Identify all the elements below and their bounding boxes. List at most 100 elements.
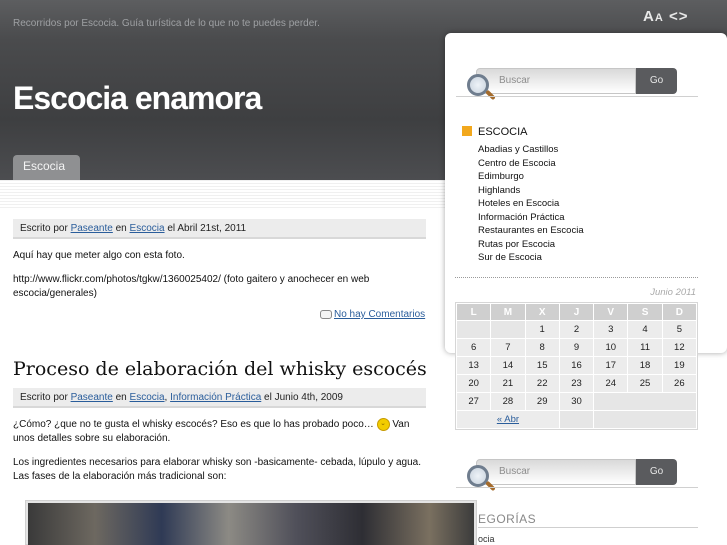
- divider: [456, 96, 698, 97]
- calendar-day: 30: [559, 393, 594, 410]
- category-item[interactable]: Centro de Escocia: [478, 157, 584, 171]
- calendar-day: 18: [628, 357, 662, 374]
- calendar-day: 10: [594, 339, 628, 356]
- divider: [456, 487, 698, 488]
- calendar-day: 7: [491, 339, 525, 356]
- calendar-day: 11: [628, 339, 662, 356]
- category-list: Abadias y Castillos Centro de Escocia Ed…: [478, 143, 584, 265]
- calendar-day: 15: [525, 357, 559, 374]
- calendar-day: 20: [457, 375, 491, 392]
- calendar-day: 29: [525, 393, 559, 410]
- categories-widget-title: EGORÍAS: [478, 512, 537, 526]
- site-tagline: Recorridos por Escocia. Guía turística d…: [13, 18, 320, 29]
- meta-prefix: Escrito por: [20, 223, 71, 234]
- reset-arrows-icon[interactable]: <>: [669, 8, 689, 25]
- category-item[interactable]: Sur de Escocia: [478, 251, 584, 265]
- calendar-day: 1: [525, 321, 559, 338]
- calendar-pad: [559, 411, 594, 428]
- calendar-week: 20 21 22 23 24 25 26: [457, 375, 696, 392]
- day-header: V: [594, 304, 628, 320]
- day-header: S: [628, 304, 662, 320]
- calendar-day: 22: [525, 375, 559, 392]
- calendar-day: [491, 321, 525, 338]
- calendar-day: 16: [559, 357, 594, 374]
- post-body-paragraph: ¿Cómo? ¿que no te gusta el whisky escocé…: [13, 418, 423, 446]
- calendar-header-row: L M X J V S D: [457, 304, 696, 320]
- calendar-week: 6 7 8 9 10 11 12: [457, 339, 696, 356]
- search-input[interactable]: Buscar: [476, 68, 636, 94]
- calendar-day: 24: [594, 375, 628, 392]
- post-photo: [25, 500, 477, 545]
- calendar-day: 23: [559, 375, 594, 392]
- post-body-line: Aquí hay que meter algo con esta foto.: [13, 250, 185, 261]
- comments-label[interactable]: No hay Comentarios: [334, 309, 425, 320]
- calendar-day: 8: [525, 339, 559, 356]
- comments-link[interactable]: No hay Comentarios: [320, 309, 425, 320]
- post-meta: Escrito por Paseante en Escocia, Informa…: [13, 388, 426, 408]
- post-body-paragraph: Los ingredientes necesarios para elabora…: [13, 457, 422, 482]
- font-increase-icon[interactable]: A: [643, 8, 655, 25]
- category-item[interactable]: Edimburgo: [478, 170, 584, 184]
- calendar-pad: [594, 393, 696, 410]
- calendar-day: 21: [491, 375, 525, 392]
- calendar-day: 25: [628, 375, 662, 392]
- category-item[interactable]: Información Práctica: [478, 211, 584, 225]
- category-link[interactable]: Escocia: [130, 392, 165, 403]
- author-link[interactable]: Paseante: [71, 392, 113, 403]
- search-button[interactable]: Go: [636, 68, 677, 94]
- nav-tab-escocia[interactable]: Escocia: [13, 155, 80, 180]
- category-item[interactable]: Hoteles en Escocia: [478, 197, 584, 211]
- calendar-week: 27 28 29 30: [457, 393, 696, 410]
- day-header: D: [662, 304, 696, 320]
- calendar-day: 14: [491, 357, 525, 374]
- post-date: el Abril 21st, 2011: [164, 223, 247, 234]
- post-text: ¿Cómo? ¿que no te gusta el whisky escocé…: [13, 419, 374, 431]
- meta-prefix: Escrito por: [20, 392, 71, 403]
- category-heading-label[interactable]: ESCOCIA: [478, 126, 528, 138]
- category-item[interactable]: Highlands: [478, 184, 584, 198]
- search-button[interactable]: Go: [636, 459, 677, 485]
- search-input[interactable]: Buscar: [476, 459, 636, 485]
- calendar-day: 2: [559, 321, 594, 338]
- site-title[interactable]: Escocia enamora: [13, 80, 262, 117]
- calendar-table: L M X J V S D 1 2 3 4 5 6 7 8 9 10 11 12…: [455, 302, 698, 430]
- meta-in: en: [112, 223, 130, 234]
- category-link[interactable]: Escocia: [130, 223, 165, 234]
- post-date: el Junio 4th, 2009: [261, 392, 343, 403]
- calendar-day: 26: [662, 375, 696, 392]
- category-item[interactable]: Rutas por Escocia: [478, 238, 584, 252]
- post-body-url: http://www.flickr.com/photos/tgkw/136002…: [13, 274, 370, 299]
- photo-image: [28, 503, 474, 545]
- calendar-week: 1 2 3 4 5: [457, 321, 696, 338]
- calendar-day: 27: [457, 393, 491, 410]
- day-header: L: [457, 304, 491, 320]
- calendar-caption: Junio 2011: [650, 287, 696, 298]
- calendar-day: 13: [457, 357, 491, 374]
- font-decrease-icon[interactable]: A: [655, 12, 664, 24]
- calendar-prev-link[interactable]: « Abr: [457, 411, 559, 428]
- category-heading[interactable]: ESCOCIA: [462, 126, 528, 138]
- calendar-day: 6: [457, 339, 491, 356]
- day-header: M: [491, 304, 525, 320]
- calendar-day: 4: [628, 321, 662, 338]
- divider: [478, 527, 698, 528]
- category-link[interactable]: Información Práctica: [170, 392, 261, 403]
- calendar-week: 13 14 15 16 17 18 19: [457, 357, 696, 374]
- day-header: X: [525, 304, 559, 320]
- category-item[interactable]: Restaurantes en Escocia: [478, 224, 584, 238]
- author-link[interactable]: Paseante: [71, 223, 113, 234]
- smiley-icon: ᵕ: [376, 418, 390, 431]
- day-header: J: [559, 304, 594, 320]
- calendar: Junio 2011 L M X J V S D 1 2 3 4 5 6 7 8…: [455, 287, 698, 430]
- calendar-next-pad: [594, 411, 696, 428]
- calendar-day: 3: [594, 321, 628, 338]
- calendar-day: 19: [662, 357, 696, 374]
- category-item[interactable]: Abadias y Castillos: [478, 143, 584, 157]
- calendar-day: 5: [662, 321, 696, 338]
- category-item[interactable]: ocia: [478, 534, 495, 544]
- calendar-nav-row: « Abr: [457, 411, 696, 428]
- post-title[interactable]: Proceso de elaboración del whisky escocé…: [13, 358, 427, 380]
- calendar-day: 17: [594, 357, 628, 374]
- font-size-tools[interactable]: AA <>: [643, 8, 689, 25]
- calendar-day: 28: [491, 393, 525, 410]
